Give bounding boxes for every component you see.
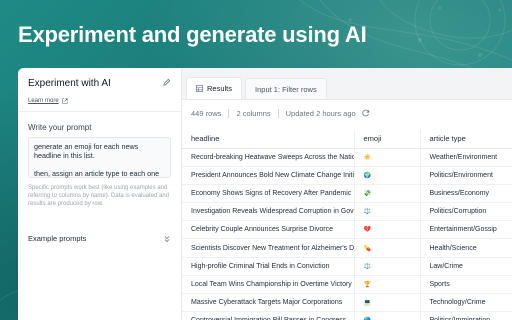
results-meta: 449 rows 2 columns Updated 2 hours ago (182, 102, 512, 124)
article-type-cell: Sports (420, 275, 512, 295)
table-row[interactable]: Scientists Discover New Treatment for Al… (182, 238, 512, 258)
headline-cell: Scientists Discover New Treatment for Al… (182, 238, 355, 258)
article-type-cell: Law/Crime (420, 257, 512, 276)
panel-title: Experiment with AI (28, 78, 111, 89)
emoji-cell: 🌎 (354, 311, 421, 320)
headline-cell: President Announces Bold New Climate Cha… (182, 166, 355, 185)
emoji-cell: 🏆 (354, 275, 421, 295)
external-link-icon (62, 98, 68, 104)
table-row[interactable]: President Announces Bold New Climate Cha… (182, 166, 512, 185)
article-type-cell: Entertainment/Gossip (420, 220, 512, 240)
column-header-article-type[interactable]: article type (420, 130, 512, 149)
tab-results[interactable]: Results (186, 77, 243, 99)
article-type-cell: Weather/Environment (420, 148, 512, 167)
emoji-cell: ☀️ (354, 148, 421, 167)
emoji-cell: 💸 (354, 184, 421, 204)
prompt-textarea[interactable]: generate an emoji for each news headline… (28, 137, 171, 178)
emoji-cell: 💔 (354, 220, 421, 240)
table-row[interactable]: Local Team Wins Championship in Overtime… (182, 275, 512, 295)
table-icon (196, 85, 203, 92)
tab-bar: Results Input 1: Filter rows (182, 68, 512, 100)
headline-cell: Investigation Reveals Widespread Corrupt… (182, 202, 355, 222)
prompt-panel: Experiment with AI Learn more Write your… (18, 68, 182, 320)
table-row[interactable]: Record-breaking Heatwave Sweeps Across t… (182, 148, 512, 167)
table-row[interactable]: Investigation Reveals Widespread Corrupt… (182, 202, 512, 222)
column-header-headline[interactable]: headline (182, 130, 355, 149)
emoji-cell: ⚖️ (354, 202, 421, 222)
results-panel: Results Input 1: Filter rows 449 rows 2 … (182, 68, 512, 320)
column-count: 2 columns (236, 108, 271, 118)
divider (228, 108, 230, 118)
headline-cell: Controversial Immigration Bill Passes in… (182, 311, 355, 320)
edit-pencil-icon[interactable] (162, 78, 171, 87)
article-type-cell: Technology/Crime (420, 293, 512, 313)
article-type-cell: Health/Science (420, 238, 512, 258)
headline-cell: Local Team Wins Championship in Overtime… (182, 275, 355, 295)
headline-cell: High-profile Criminal Trial Ends in Conv… (182, 257, 355, 276)
table-row[interactable]: High-profile Criminal Trial Ends in Conv… (182, 257, 512, 276)
learn-more-link[interactable]: Learn more (28, 98, 68, 104)
updated-time: Updated 2 hours ago (285, 108, 356, 118)
article-type-cell: Politics/Corruption (420, 202, 512, 222)
row-count: 449 rows (191, 108, 222, 118)
headline-cell: Massive Cyberattack Targets Major Corpor… (182, 293, 355, 313)
table-row[interactable]: Controversial Immigration Bill Passes in… (182, 311, 512, 320)
emoji-cell: ⚖️ (354, 257, 421, 276)
emoji-cell: 💻 (354, 293, 421, 313)
prompt-hint: Specific prompts work best (like using e… (28, 185, 170, 207)
table-row[interactable]: Massive Cyberattack Targets Major Corpor… (182, 293, 512, 313)
article-type-cell: Politics/Immigration (420, 311, 512, 320)
column-header-emoji[interactable]: emoji (354, 130, 421, 149)
headline-cell: Economy Shows Signs of Recovery After Pa… (182, 184, 355, 204)
example-prompts-label: Example prompts (28, 234, 87, 243)
headline-cell: Record-breaking Heatwave Sweeps Across t… (182, 148, 355, 167)
tab-input-filter-rows[interactable]: Input 1: Filter rows (245, 78, 327, 99)
double-chevron-down-icon (164, 235, 170, 242)
tab-label: Results (207, 84, 233, 93)
table-header-row: headline emoji article type (182, 130, 512, 149)
hero-title: Experiment and generate using AI (18, 22, 367, 47)
results-table: headline emoji article type Record-break… (182, 130, 512, 320)
prompt-text-line: then, assign an article type to each one (34, 169, 160, 178)
article-type-cell: Politics/Environment (420, 166, 512, 185)
table-row[interactable]: Economy Shows Signs of Recovery After Pa… (182, 184, 512, 204)
tab-label: Input 1: Filter rows (255, 84, 317, 94)
table-row[interactable]: Celebrity Couple Announces Surprise Divo… (182, 220, 512, 240)
prompt-label: Write your prompt (28, 123, 92, 132)
headline-cell: Celebrity Couple Announces Surprise Divo… (182, 220, 355, 240)
prompt-text-line: generate an emoji for each news headline… (34, 142, 139, 160)
refresh-icon[interactable] (361, 109, 370, 117)
emoji-cell: 🌍 (354, 166, 421, 185)
example-prompts-toggle[interactable]: Example prompts (28, 234, 171, 243)
prompt-panel-header: Experiment with AI Learn more (18, 68, 181, 112)
learn-more-label: Learn more (28, 98, 59, 104)
article-type-cell: Business/Economy (420, 184, 512, 204)
divider (277, 108, 279, 118)
emoji-cell: 💊 (354, 238, 421, 258)
app-window: Experiment with AI Learn more Write your… (18, 68, 512, 320)
